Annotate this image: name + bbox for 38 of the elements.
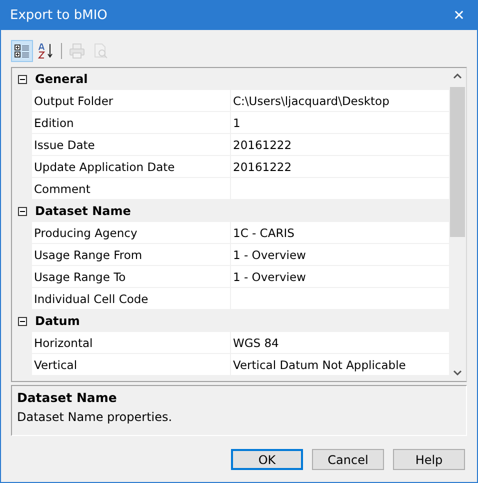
category-header[interactable]: Datum bbox=[32, 312, 83, 330]
property-name[interactable]: Edition bbox=[32, 112, 231, 133]
scrollbar-thumb[interactable] bbox=[450, 87, 465, 237]
property-value[interactable]: 1C - CARIS bbox=[231, 222, 449, 243]
property-name[interactable]: Usage Range From bbox=[32, 244, 231, 265]
property-name[interactable]: Comment bbox=[32, 178, 231, 199]
property-name[interactable]: Update Application Date bbox=[32, 156, 231, 177]
property-name[interactable]: Horizontal bbox=[32, 332, 231, 353]
property-name[interactable]: Usage Range To bbox=[32, 266, 231, 287]
ok-button[interactable]: OK bbox=[231, 449, 303, 470]
sort-icon bbox=[38, 43, 54, 59]
scroll-up-icon[interactable] bbox=[453, 73, 462, 79]
preview-icon bbox=[93, 43, 109, 59]
categorized-icon bbox=[14, 43, 30, 59]
window-title: Export to bMIO bbox=[10, 8, 108, 23]
property-value[interactable]: 1 - Overview bbox=[231, 266, 449, 287]
property-value[interactable]: 1 - Overview bbox=[231, 244, 449, 265]
property-name[interactable]: Issue Date bbox=[32, 134, 231, 155]
property-name[interactable]: Vertical bbox=[32, 354, 231, 375]
property-name[interactable]: Producing Agency bbox=[32, 222, 231, 243]
category-header[interactable]: General bbox=[32, 70, 91, 88]
printer-icon bbox=[69, 43, 85, 59]
cancel-button[interactable]: Cancel bbox=[312, 449, 384, 470]
categorized-button[interactable] bbox=[11, 40, 33, 62]
property-value[interactable]: 20161222 bbox=[231, 156, 449, 177]
description-text: Dataset Name properties. bbox=[17, 410, 174, 424]
property-value[interactable]: Vertical Datum Not Applicable bbox=[231, 354, 449, 375]
property-value[interactable]: WGS 84 bbox=[231, 332, 449, 353]
description-title: Dataset Name bbox=[17, 390, 118, 405]
scroll-down-icon[interactable] bbox=[453, 370, 462, 376]
category-header[interactable]: Dataset Name bbox=[32, 202, 134, 220]
property-name[interactable]: Individual Cell Code bbox=[32, 288, 231, 309]
property-value[interactable]: C:\Users\ljacquard\Desktop bbox=[231, 90, 449, 111]
property-value[interactable]: 1 bbox=[231, 112, 449, 133]
close-button[interactable]: ✕ bbox=[441, 1, 477, 30]
property-value[interactable]: 20161222 bbox=[231, 134, 449, 155]
help-button[interactable]: Help bbox=[393, 449, 465, 470]
property-name[interactable]: Output Folder bbox=[32, 90, 231, 111]
